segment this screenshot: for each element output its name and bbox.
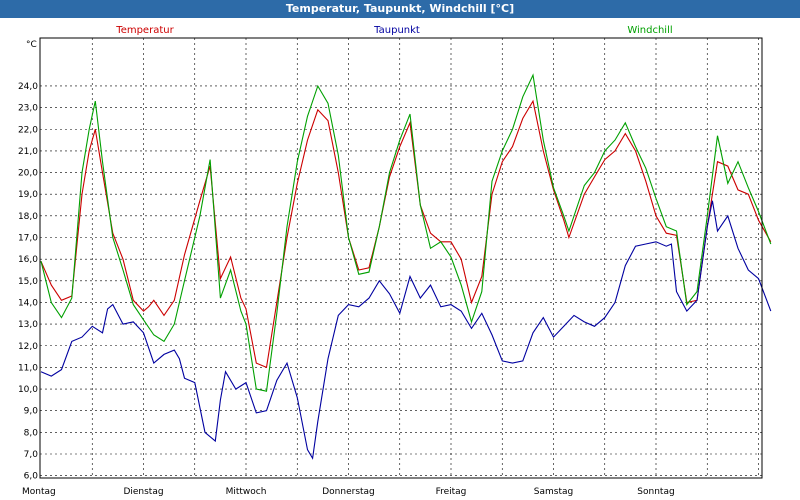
x-tick-day: Dienstag [123, 487, 163, 497]
y-tick-label: 19,0 [18, 190, 38, 200]
x-tick-day: Freitag [436, 487, 467, 497]
x-tick-day: Mittwoch [226, 487, 267, 497]
y-tick-label: 12,0 [18, 342, 38, 352]
legend-entry: Taupunkt [373, 25, 420, 36]
y-tick-label: 16,0 [18, 255, 38, 265]
y-tick-label: 11,0 [18, 363, 38, 373]
x-tick-day: Samstag [534, 487, 573, 497]
y-tick-label: 14,0 [18, 298, 38, 308]
x-tick-day: Montag [22, 487, 56, 497]
y-tick-label: 23,0 [18, 104, 38, 114]
y-tick-label: 20,0 [18, 169, 38, 179]
y-tick-label: 9,0 [24, 407, 39, 417]
y-tick-label: 17,0 [18, 234, 38, 244]
y-tick-label: 8,0 [24, 428, 39, 438]
y-tick-label: 18,0 [18, 212, 38, 222]
y-tick-label: 10,0 [18, 385, 38, 395]
y-tick-label: 21,0 [18, 147, 38, 157]
legend-entry: Temperatur [115, 25, 174, 36]
y-tick-label: 15,0 [18, 277, 38, 287]
y-tick-label: 13,0 [18, 320, 38, 330]
y-tick-label: 6,0 [24, 472, 39, 482]
legend-entry: Windchill [627, 25, 672, 36]
y-tick-label: 24,0 [18, 82, 38, 92]
chart-title: Temperatur, Taupunkt, Windchill [°C] [0, 0, 800, 18]
chart-plot: Temperatur Taupunkt Windchill °C 24,0 23,0 2… [0, 18, 800, 500]
y-axis-label: °C [26, 40, 37, 50]
y-tick-label: 22,0 [18, 125, 38, 135]
x-tick-day: Donnerstag [322, 487, 375, 497]
x-tick-day: Sonntag [637, 487, 674, 497]
y-tick-label: 7,0 [24, 450, 39, 460]
